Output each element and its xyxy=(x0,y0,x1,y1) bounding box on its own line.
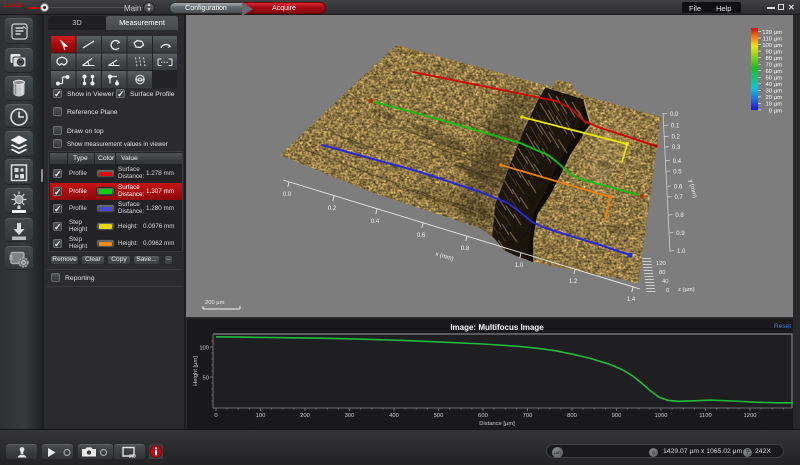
svg-text:0.8: 0.8 xyxy=(461,246,470,252)
svg-text:0.0: 0.0 xyxy=(283,192,292,198)
svg-text:500: 500 xyxy=(434,413,444,419)
svg-text:0: 0 xyxy=(214,413,217,419)
svg-text:2D: 2D xyxy=(129,454,136,460)
svg-text:0.7: 0.7 xyxy=(675,195,684,201)
svg-text:0.8: 0.8 xyxy=(675,213,684,219)
svg-text:x (mm): x (mm) xyxy=(434,251,454,262)
svg-text:700: 700 xyxy=(523,413,533,419)
svg-text:120 µm: 120 µm xyxy=(762,30,782,36)
svg-text:50 µm: 50 µm xyxy=(766,76,783,82)
svg-text:1200: 1200 xyxy=(744,413,757,419)
svg-text:80 µm: 80 µm xyxy=(766,56,783,62)
svg-text:y (mm): y (mm) xyxy=(687,179,697,199)
svg-text:0.2: 0.2 xyxy=(672,135,681,141)
svg-text:70 µm: 70 µm xyxy=(766,63,783,69)
svg-text:1000: 1000 xyxy=(655,413,668,419)
svg-text:200 µm: 200 µm xyxy=(205,300,225,306)
svg-text:1.2: 1.2 xyxy=(569,279,578,285)
svg-text:Image: Multifocus Image: Image: Multifocus Image xyxy=(450,323,544,332)
svg-text:110 µm: 110 µm xyxy=(763,36,782,42)
svg-text:80: 80 xyxy=(659,270,665,276)
svg-text:300: 300 xyxy=(345,413,355,419)
svg-text:0.3: 0.3 xyxy=(672,145,681,151)
svg-text:40 µm: 40 µm xyxy=(766,82,783,88)
svg-text:30 µm: 30 µm xyxy=(766,89,783,95)
svg-text:0.6: 0.6 xyxy=(674,184,683,190)
svg-text:Reset: Reset xyxy=(774,323,791,330)
svg-text:90 µm: 90 µm xyxy=(766,49,783,55)
svg-text:120: 120 xyxy=(656,261,666,267)
svg-text:900: 900 xyxy=(612,413,622,419)
svg-text:0.2: 0.2 xyxy=(328,206,337,212)
svg-text:600: 600 xyxy=(478,413,488,419)
svg-text:800: 800 xyxy=(567,413,577,419)
svg-text:1.0: 1.0 xyxy=(515,263,524,269)
svg-text:1.4: 1.4 xyxy=(627,297,636,303)
svg-text:Distance [µm]: Distance [µm] xyxy=(479,421,515,427)
svg-text:1100: 1100 xyxy=(699,413,711,419)
svg-text:100: 100 xyxy=(199,346,209,352)
svg-text:0.0: 0.0 xyxy=(670,112,679,118)
svg-text:60 µm: 60 µm xyxy=(766,69,783,75)
svg-text:0.6: 0.6 xyxy=(417,233,426,239)
svg-text:50: 50 xyxy=(203,376,209,382)
svg-text:0: 0 xyxy=(666,288,669,294)
svg-text:0.4: 0.4 xyxy=(673,159,682,165)
svg-text:0.5: 0.5 xyxy=(673,169,682,175)
svg-text:20 µm: 20 µm xyxy=(766,95,783,101)
svg-text:Height [µm]: Height [µm] xyxy=(193,356,199,386)
svg-text:100: 100 xyxy=(256,413,266,419)
svg-text:100 µm: 100 µm xyxy=(762,43,782,49)
svg-text:0 µm: 0 µm xyxy=(769,108,782,114)
svg-text:0.1: 0.1 xyxy=(671,124,680,130)
svg-text:1.0: 1.0 xyxy=(677,249,686,255)
svg-text:400: 400 xyxy=(389,413,399,419)
svg-text:z (µm): z (µm) xyxy=(678,287,695,293)
svg-text:10 µm: 10 µm xyxy=(766,102,783,108)
svg-text:0.4: 0.4 xyxy=(371,219,380,225)
svg-text:0.9: 0.9 xyxy=(676,231,685,237)
svg-text:200: 200 xyxy=(300,413,310,419)
svg-text:40: 40 xyxy=(662,279,668,285)
